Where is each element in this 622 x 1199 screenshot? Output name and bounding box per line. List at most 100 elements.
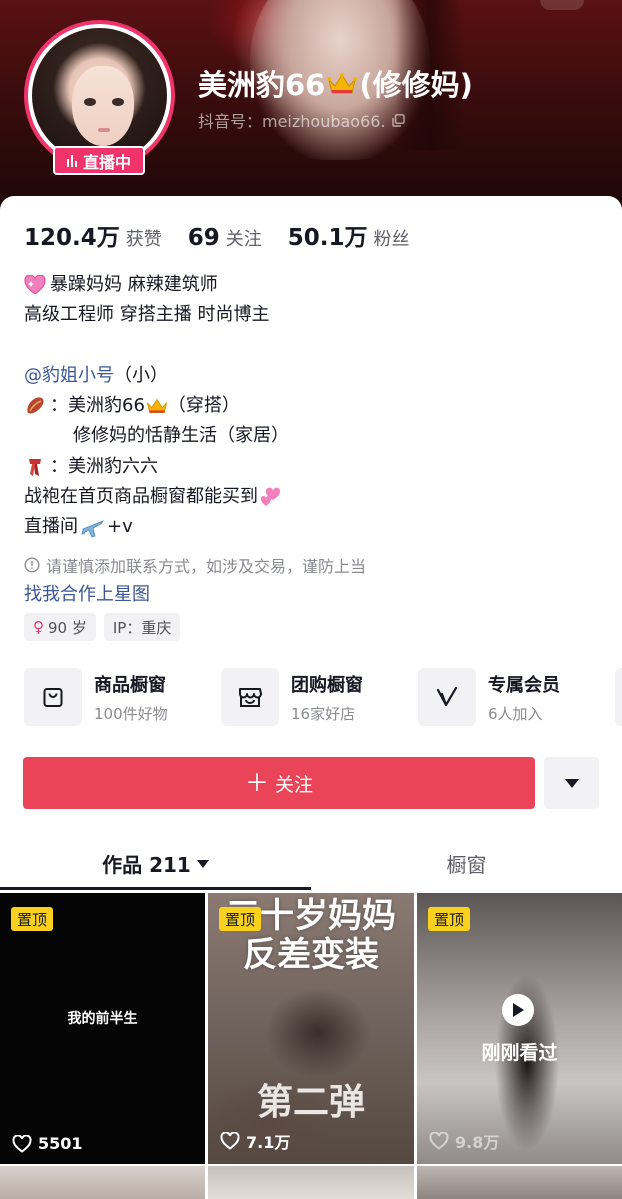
likes-count: 9.8万	[455, 1133, 500, 1152]
bio-line: 战袍在首页商品橱窗都能买到	[24, 482, 604, 512]
female-icon: ♀	[33, 618, 44, 636]
bio-spacer	[24, 331, 604, 361]
bio-text: ：美洲豹66	[50, 395, 145, 417]
video-grid: 置顶 我的前半生 5501 三十岁妈妈 反差变装 置顶 第二弹 7.1万 置顶	[0, 893, 622, 1164]
douyin-id-text: 抖音号：meizhoubao66.	[198, 112, 386, 131]
likes-count: 5501	[38, 1134, 83, 1153]
shortcut-group-buy[interactable]: 团购橱窗 16家好店	[221, 668, 418, 726]
stat-likes[interactable]: 120.4万 获赞	[24, 218, 162, 252]
airplane-icon	[81, 519, 105, 538]
bio-line: 直播间 +v	[24, 512, 604, 542]
bio-text: （穿搭）	[167, 395, 240, 417]
tab-label: 橱窗	[446, 853, 487, 877]
pinned-badge: 置顶	[219, 907, 262, 931]
follow-label: 关注	[274, 773, 313, 796]
title-line: 反差变装	[243, 935, 379, 975]
shortcut-subtitle: 6人加入	[488, 704, 543, 723]
nickname-suffix: (修修妈)	[359, 68, 473, 102]
video-tile[interactable]	[0, 1166, 205, 1199]
bio-line: ：美洲豹66 （穿搭）	[24, 391, 604, 421]
plus-icon: ＋	[244, 769, 269, 797]
header-action-icon[interactable]	[540, 0, 584, 10]
follow-button[interactable]: ＋ 关注	[23, 757, 535, 809]
play-icon	[502, 994, 534, 1026]
vip-v-icon	[418, 668, 476, 726]
ip-text: IP：重庆	[112, 618, 172, 637]
video-overlay-subtitle: 第二弹	[256, 1082, 365, 1123]
stat-following[interactable]: 69 关注	[188, 225, 262, 251]
stat-label: 获赞	[125, 229, 162, 250]
video-grid-row-partial	[0, 1166, 622, 1199]
crown-icon	[327, 72, 358, 94]
stat-value: 69	[187, 225, 220, 251]
pinned-badge: 置顶	[428, 907, 471, 931]
warning-text: 请谨慎添加联系方式，如涉及交易，谨防上当	[46, 557, 367, 576]
age-text: 90 岁	[48, 618, 87, 637]
profile-header: 直播中 美洲豹66 (修修妈) 抖音号：meizhoubao66.	[0, 0, 622, 215]
safety-warning: 请谨慎添加联系方式，如涉及交易，谨防上当	[24, 553, 366, 577]
sparkling-heart-icon	[24, 275, 46, 295]
shortcut-subtitle: 16家好店	[291, 704, 356, 723]
stat-value: 120.4万	[24, 225, 120, 251]
heart-outline-icon	[12, 1134, 32, 1153]
bio-text: 修修妈的恬静生活（家居）	[73, 425, 289, 447]
live-badge[interactable]: 直播中	[53, 146, 145, 175]
nickname: 美洲豹66 (修修妈)	[198, 62, 473, 104]
sweet-potato-icon	[27, 397, 44, 414]
two-hearts-icon	[260, 487, 281, 507]
tab-label: 作品 211	[102, 853, 191, 877]
bio-text: 暴躁妈妈 麻辣建筑师	[50, 274, 218, 295]
mention-link[interactable]: @豹姐小号	[24, 361, 114, 391]
bio-line: ：美洲豹六六	[24, 452, 604, 482]
likes-count: 7.1万	[246, 1133, 291, 1152]
video-tile[interactable]: 置顶 刚刚看过 9.8万	[417, 893, 622, 1164]
bio-text: 高级工程师 穿搭主播 时尚博主	[24, 304, 270, 326]
crown-icon	[146, 399, 168, 414]
heart-outline-icon	[220, 1132, 240, 1150]
live-label: 直播中	[82, 152, 131, 172]
shortcut-title: 专属会员	[488, 674, 560, 696]
shortcut-product-showcase[interactable]: 商品橱窗 100件好物	[24, 668, 221, 726]
stat-label: 关注	[225, 229, 262, 250]
storefront-icon	[221, 668, 279, 726]
profile-card: 120.4万 获赞 69 关注 50.1万 粉丝 暴躁妈妈 麻辣建筑师 高级工程…	[0, 196, 622, 1199]
recently-watched-label: 刚刚看过	[481, 1042, 558, 1064]
shortcut-membership[interactable]: 专属会员 6人加入	[418, 668, 615, 726]
video-tile[interactable]: 三十岁妈妈 反差变装 置顶 第二弹 7.1万	[208, 893, 414, 1164]
bio-text: 战袍在首页商品橱窗都能买到	[24, 486, 258, 508]
scarf-icon	[29, 458, 41, 476]
stat-value: 50.1万	[287, 225, 368, 251]
video-caption: 我的前半生	[67, 1011, 138, 1027]
active-tab-indicator	[0, 887, 311, 890]
bio-text: +v	[107, 516, 133, 538]
bio-line: 修修妈的恬静生活（家居）	[24, 421, 604, 451]
shortcut-title: 团购橱窗	[291, 674, 363, 696]
star-map-link[interactable]: 找我合作上星图	[24, 580, 150, 606]
shopping-bag-icon	[24, 668, 82, 726]
video-tile[interactable]: 置顶 我的前半生 5501	[0, 893, 205, 1164]
video-tile[interactable]	[417, 1166, 622, 1199]
content-tabs: 作品 211 橱窗	[0, 836, 622, 891]
shortcut-title: 商品橱窗	[94, 674, 166, 696]
bio-text: ：美洲豹六六	[50, 455, 158, 477]
bio-line: @豹姐小号 （小）	[24, 361, 604, 391]
caret-down-icon	[564, 778, 579, 788]
profile-tags: ♀ 90 岁 IP：重庆	[24, 613, 181, 641]
shortcut-next-peek[interactable]	[615, 668, 622, 726]
caret-down-icon	[196, 859, 209, 868]
bio-text: 直播间	[24, 516, 78, 538]
more-options-button[interactable]	[544, 757, 599, 809]
douyin-id[interactable]: 抖音号：meizhoubao66.	[198, 108, 405, 132]
stat-label: 粉丝	[373, 229, 410, 250]
tab-works[interactable]: 作品 211	[0, 836, 311, 891]
heart-outline-icon	[429, 1132, 449, 1150]
ip-tag: IP：重庆	[103, 613, 181, 641]
tab-showcase[interactable]: 橱窗	[311, 836, 622, 891]
age-tag: ♀ 90 岁	[24, 613, 96, 641]
shortcut-subtitle: 100件好物	[94, 704, 168, 723]
copy-icon[interactable]	[391, 113, 405, 127]
bio-line: 高级工程师 穿搭主播 时尚博主	[24, 300, 604, 330]
video-tile[interactable]	[208, 1166, 414, 1199]
bio-text: （小）	[114, 364, 168, 386]
stat-followers[interactable]: 50.1万 粉丝	[288, 218, 410, 252]
